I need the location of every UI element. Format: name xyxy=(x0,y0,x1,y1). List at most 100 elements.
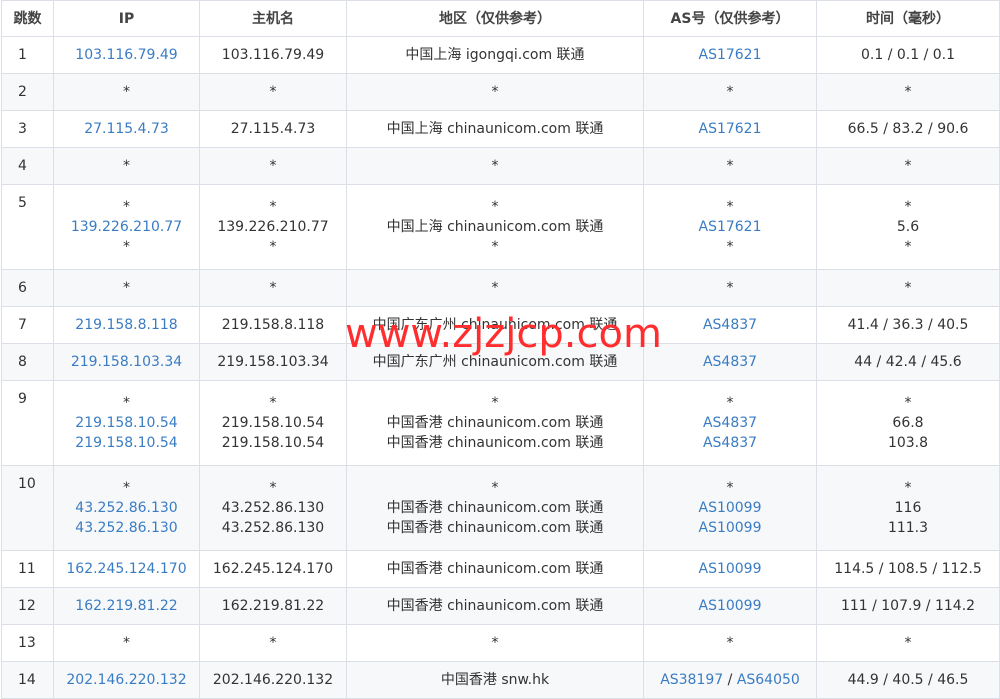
as-text: * xyxy=(726,199,734,215)
as-cell: * AS4837 AS4837 xyxy=(643,380,817,466)
ip-text: * xyxy=(123,480,130,496)
as-link[interactable]: AS17621 xyxy=(699,47,762,63)
table-row: 13 * * * * * xyxy=(1,624,1000,662)
as-line: * xyxy=(648,156,812,176)
region-cell: 中国广东广州 chinaunicom.com 联通 xyxy=(346,343,644,381)
traceroute-table: 跳数 IP 主机名 地区（仅供参考） AS号（仅供参考） 时间（毫秒） 1 103… xyxy=(1,0,1000,699)
ip-link[interactable]: 27.115.4.73 xyxy=(58,119,195,139)
ip-link[interactable]: 162.219.81.22 xyxy=(58,596,195,616)
region-text: 中国上海 igongqi.com 联通 xyxy=(405,47,585,63)
table-row: 7 219.158.8.118 219.158.8.118 中国广东广州 chinau… xyxy=(1,306,1000,344)
as-link[interactable]: AS4837 xyxy=(703,354,757,370)
as-text: * xyxy=(726,480,734,496)
as-link[interactable]: AS10099 xyxy=(699,561,762,577)
as-cell: * xyxy=(643,147,817,185)
as-separator: / xyxy=(723,672,737,688)
ip-link[interactable]: 219.158.10.54 xyxy=(58,413,195,433)
time-cell: * xyxy=(816,147,1000,185)
time-text: 0.1 / 0.1 / 0.1 xyxy=(860,47,956,63)
as-link[interactable]: AS17621 xyxy=(699,121,762,137)
hostname-cell: * xyxy=(199,269,347,307)
region-cell: * 中国上海 chinaunicom.com 联通 * xyxy=(346,184,644,270)
region-text: * xyxy=(491,199,499,215)
region-text: 中国上海 chinaunicom.com 联通 xyxy=(386,219,604,235)
ip-link[interactable]: 43.252.86.130 xyxy=(58,518,195,538)
table-row: 14 202.146.220.132 202.146.220.132 中国香港 snw… xyxy=(1,661,1000,699)
region-text: * xyxy=(491,635,499,651)
ip-link[interactable]: 103.116.79.49 xyxy=(58,45,195,65)
ip-link[interactable]: 219.158.10.54 xyxy=(58,433,195,453)
as-text: * xyxy=(726,158,734,174)
time-text: 111 / 107.9 / 114.2 xyxy=(840,598,976,614)
ip-cell: 219.158.103.34 xyxy=(53,343,200,381)
ip-link[interactable]: 219.158.103.34 xyxy=(58,352,195,372)
hostname-cell: 162.245.124.170 xyxy=(199,550,347,588)
as-link[interactable]: AS4837 xyxy=(703,435,757,451)
as-line: AS4837 xyxy=(648,433,812,453)
as-cell: AS17621 xyxy=(643,110,817,148)
ip-text: * xyxy=(123,158,130,174)
region-text: * xyxy=(491,158,499,174)
as-line: AS4837 xyxy=(648,352,812,372)
ip-cell: * 43.252.86.130 43.252.86.130 xyxy=(53,465,200,551)
as-cell: AS17621 xyxy=(643,36,817,74)
table-row: 1 103.116.79.49 103.116.79.49 中国上海 igongqi.… xyxy=(1,36,1000,74)
hostname-text: 27.115.4.73 xyxy=(230,121,316,137)
region-cell: * xyxy=(346,73,644,111)
ip-cell: 103.116.79.49 xyxy=(53,36,200,74)
region-cell: * 中国香港 chinaunicom.com 联通 中国香港 chinaunicom… xyxy=(346,380,644,466)
hostname-text: * xyxy=(269,84,277,100)
hop-cell: 3 xyxy=(1,110,54,148)
as-link[interactable]: AS4837 xyxy=(703,415,757,431)
hostname-text: 43.252.86.130 xyxy=(221,500,325,516)
time-cell: * 66.8 103.8 xyxy=(816,380,1000,466)
table-header-row: 跳数 IP 主机名 地区（仅供参考） AS号（仅供参考） 时间（毫秒） xyxy=(1,0,1000,37)
as-link[interactable]: AS10099 xyxy=(699,598,762,614)
as-cell: * xyxy=(643,73,817,111)
as-line: * xyxy=(648,82,812,102)
as-cell: AS4837 xyxy=(643,343,817,381)
hostname-text: * xyxy=(269,480,277,496)
table-row: 2 * * * * * xyxy=(1,73,1000,111)
hostname-text: 202.146.220.132 xyxy=(212,672,334,688)
as-link[interactable]: AS38197 xyxy=(660,672,723,688)
as-cell: * AS17621 * xyxy=(643,184,817,270)
hostname-text: * xyxy=(269,239,277,255)
time-cell: * xyxy=(816,624,1000,662)
as-link[interactable]: AS4837 xyxy=(703,317,757,333)
ip-link[interactable]: 162.245.124.170 xyxy=(58,559,195,579)
header-as: AS号（仅供参考） xyxy=(643,0,817,37)
ip-text: * xyxy=(123,199,130,215)
as-link[interactable]: AS17621 xyxy=(699,219,762,235)
hostname-text: 162.245.124.170 xyxy=(212,561,334,577)
ip-cell: 219.158.8.118 xyxy=(53,306,200,344)
hop-cell: 12 xyxy=(1,587,54,625)
ip-link[interactable]: 139.226.210.77 xyxy=(58,217,195,237)
hop-cell: 1 xyxy=(1,36,54,74)
header-region: 地区（仅供参考） xyxy=(346,0,644,37)
table-row: 8 219.158.103.34 219.158.103.34 中国广东广州 chin… xyxy=(1,343,1000,381)
time-text: 41.4 / 36.3 / 40.5 xyxy=(847,317,969,333)
as-line: AS17621 xyxy=(648,119,812,139)
as-link[interactable]: AS64050 xyxy=(737,672,800,688)
as-cell: * AS10099 AS10099 xyxy=(643,465,817,551)
ip-text: * xyxy=(123,280,130,296)
time-cell: * 5.6 * xyxy=(816,184,1000,270)
as-link[interactable]: AS10099 xyxy=(699,520,762,536)
time-text: 66.8 xyxy=(892,415,924,431)
ip-text: * xyxy=(123,239,130,255)
hostname-text: 219.158.103.34 xyxy=(217,354,329,370)
region-text: * xyxy=(491,395,499,411)
region-cell: 中国广东广州 chinaunicom.com 联通 xyxy=(346,306,644,344)
as-line: AS38197 / AS64050 xyxy=(648,670,812,690)
ip-link[interactable]: 43.252.86.130 xyxy=(58,498,195,518)
hostname-text: * xyxy=(269,635,277,651)
hostname-cell: 103.116.79.49 xyxy=(199,36,347,74)
ip-text: * xyxy=(123,84,130,100)
as-link[interactable]: AS10099 xyxy=(699,500,762,516)
time-cell: 41.4 / 36.3 / 40.5 xyxy=(816,306,1000,344)
time-text: * xyxy=(904,395,912,411)
hostname-cell: * 139.226.210.77 * xyxy=(199,184,347,270)
ip-link[interactable]: 202.146.220.132 xyxy=(58,670,195,690)
ip-link[interactable]: 219.158.8.118 xyxy=(58,315,195,335)
